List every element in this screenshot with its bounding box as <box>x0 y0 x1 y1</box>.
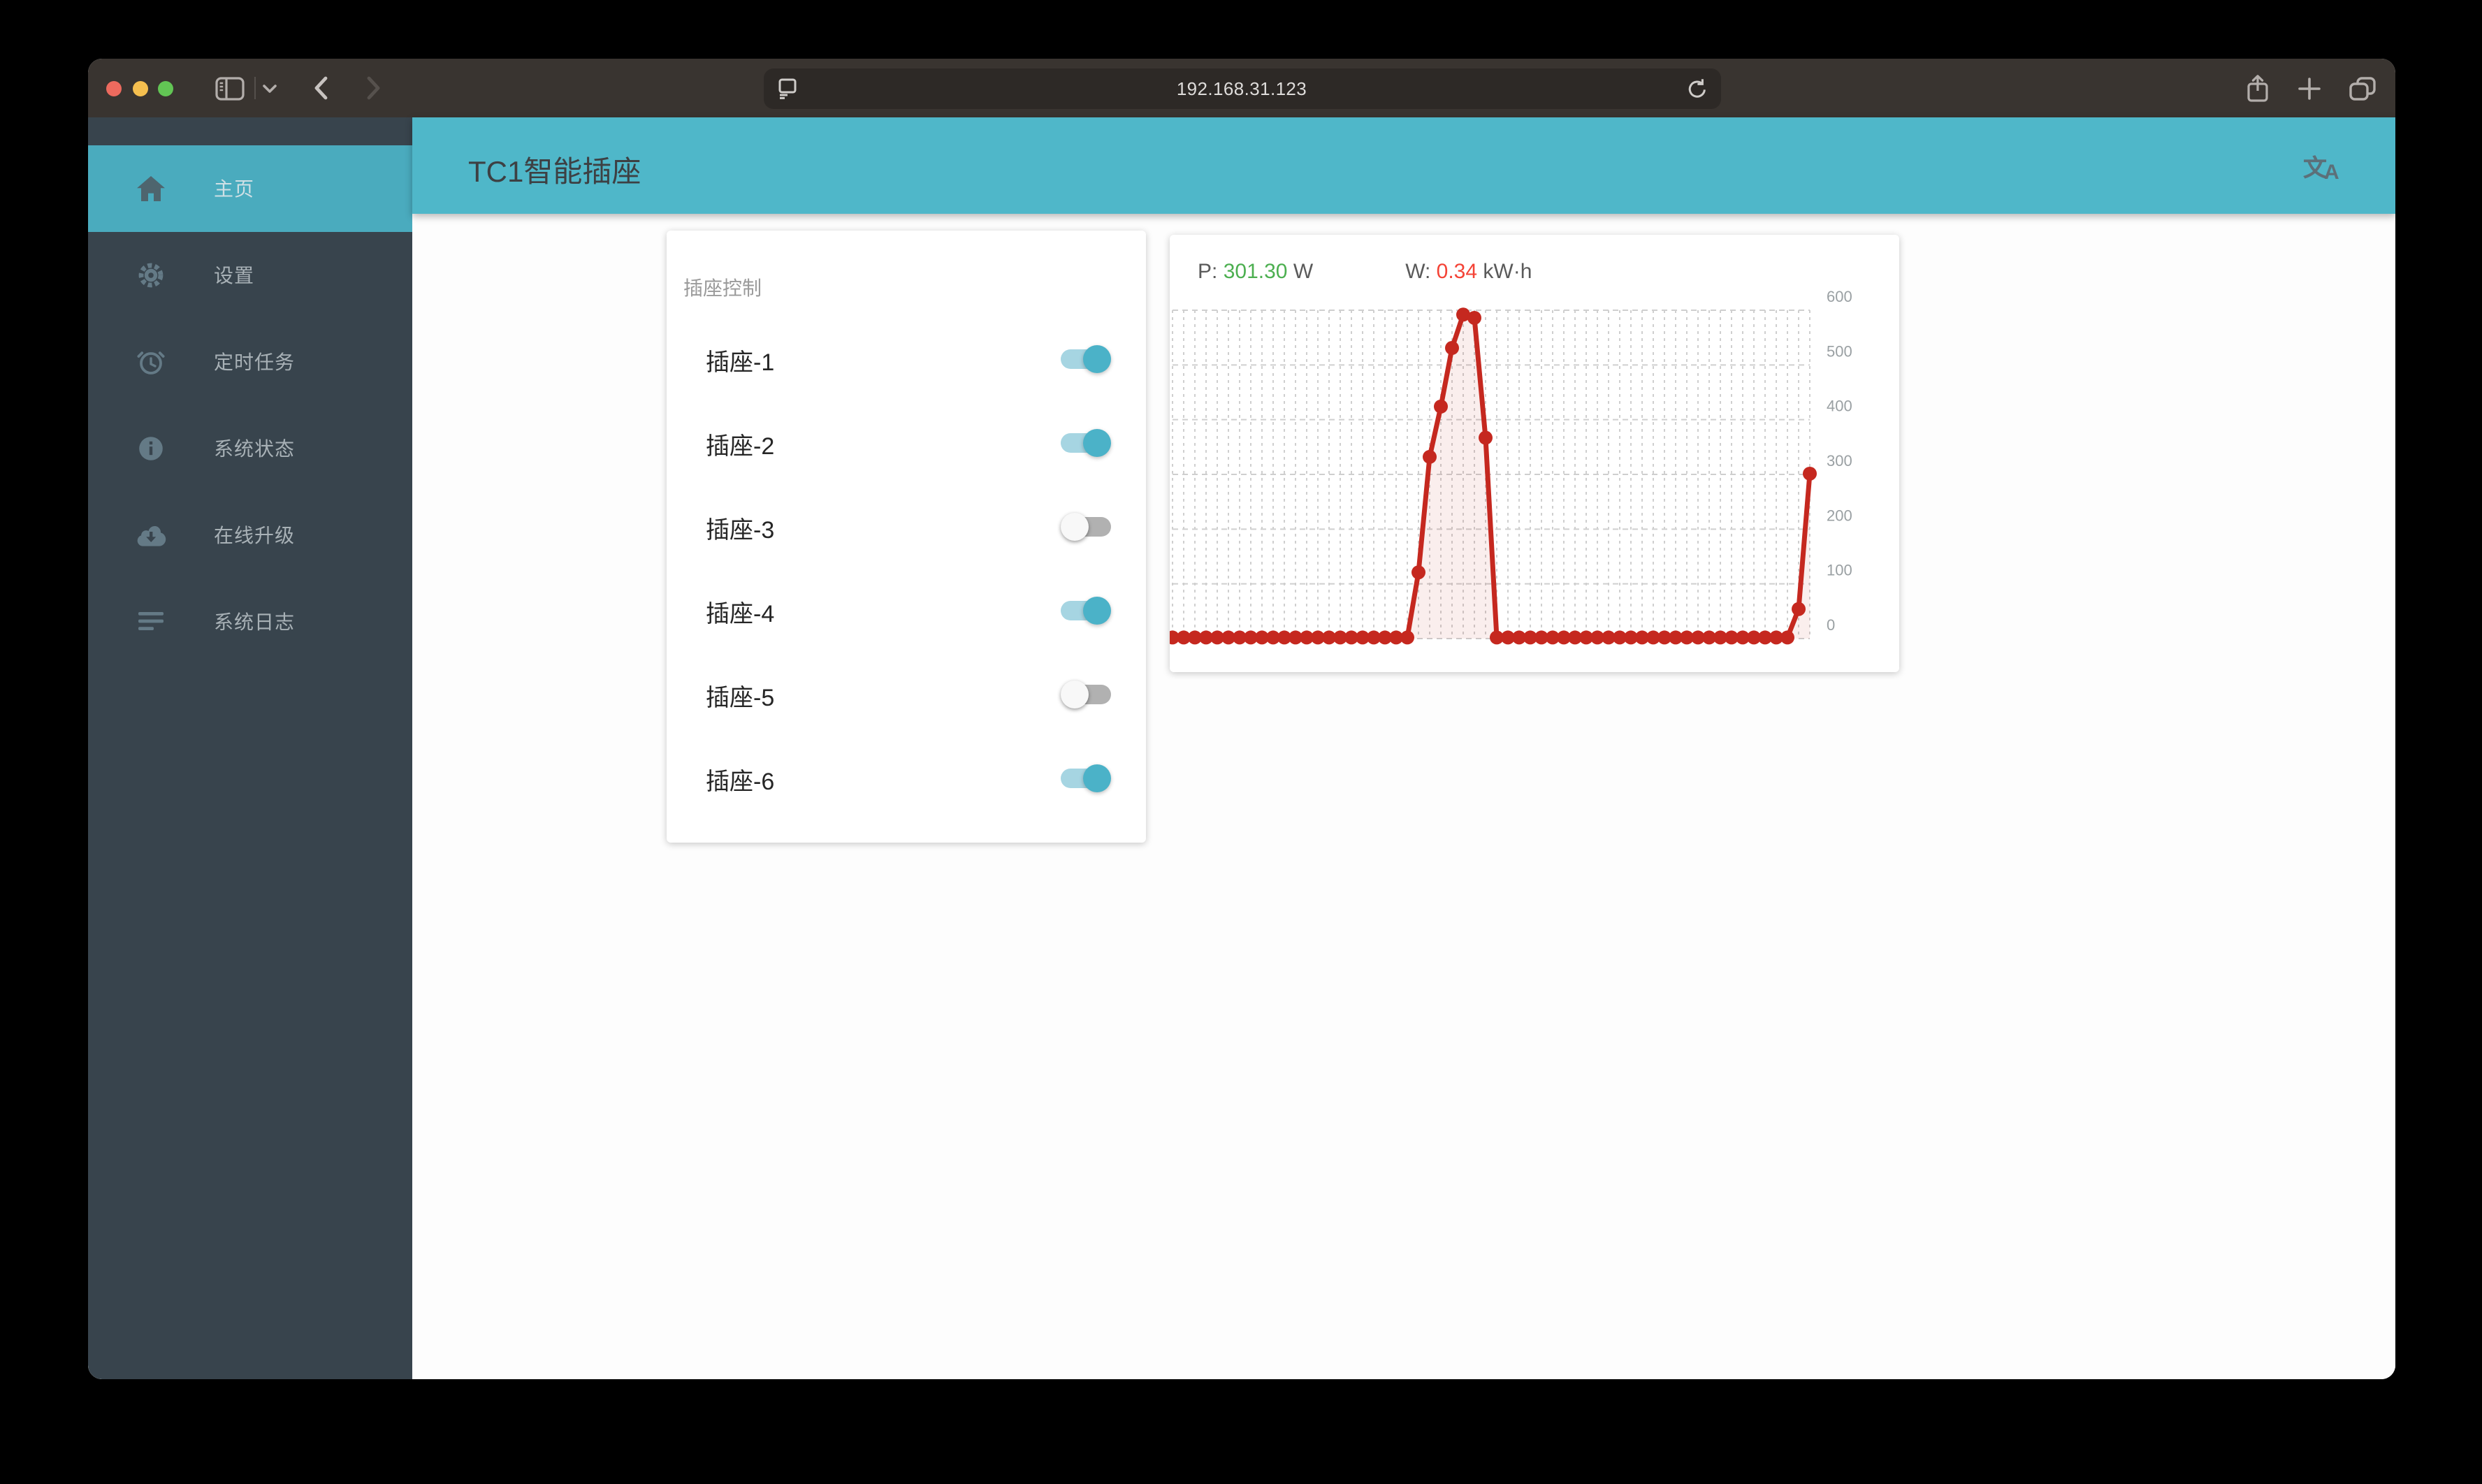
alarm-clock-icon <box>136 348 166 376</box>
gear-icon <box>136 261 166 289</box>
sidebar-item-system-log[interactable]: 系统日志 <box>88 579 412 665</box>
toggle-knob <box>1083 429 1111 457</box>
share-icon[interactable] <box>2246 73 2270 103</box>
plug-row-4: 插座-4 <box>667 581 1146 640</box>
toggle-knob <box>1061 513 1089 541</box>
cloud-download-icon <box>136 524 166 546</box>
power-chart-card: P: 301.30 W W: 0.34 kW·h 0 100 200 300 400 50… <box>1170 235 1899 672</box>
plug-row-5: 插座-5 <box>667 665 1146 724</box>
svg-text:200: 200 <box>1827 507 1852 524</box>
plug-label: 插座-3 <box>706 516 775 543</box>
sidebar-item-label: 系统日志 <box>214 611 295 633</box>
main-content: 插座控制 插座-1 插座-2 插座-3 插座-4 插座-5 插座-6 P: 30… <box>412 214 2395 1379</box>
plug-row-6: 插座-6 <box>667 749 1146 808</box>
back-icon[interactable] <box>313 75 328 101</box>
toolbar-divider <box>254 77 256 99</box>
sidebar-item-label: 定时任务 <box>214 351 295 373</box>
home-icon <box>136 176 166 201</box>
plug-toggle-1[interactable] <box>1061 345 1111 373</box>
reload-icon[interactable] <box>1685 76 1708 107</box>
toggle-knob <box>1083 597 1111 625</box>
page-settings-icon[interactable] <box>777 78 797 106</box>
plug-control-card: 插座控制 插座-1 插座-2 插座-3 插座-4 插座-5 插座-6 <box>667 231 1146 843</box>
toolbar-right-group <box>2246 59 2376 117</box>
plug-row-1: 插座-1 <box>667 330 1146 388</box>
plug-card-title: 插座控制 <box>683 277 762 299</box>
sidebar-item-label: 主页 <box>214 177 254 200</box>
sidebar-item-system-status[interactable]: 系统状态 <box>88 405 412 492</box>
sidebar: 主页 设置 定时任务 系统状态 在线升级 系统日志 <box>88 117 412 1379</box>
sidebar-item-home[interactable]: 主页 <box>88 145 412 232</box>
toggle-knob <box>1083 345 1111 373</box>
forward-icon[interactable] <box>366 75 382 101</box>
sidebar-item-label: 设置 <box>214 264 254 286</box>
new-tab-icon[interactable] <box>2298 76 2321 100</box>
plug-row-3: 插座-3 <box>667 497 1146 556</box>
sidebar-item-label: 在线升级 <box>214 524 295 546</box>
sidebar-item-label: 系统状态 <box>214 437 295 460</box>
svg-text:400: 400 <box>1827 398 1852 415</box>
plug-row-2: 插座-2 <box>667 414 1146 472</box>
app-frame: 主页 设置 定时任务 系统状态 在线升级 系统日志 TC1智能插座 文 A 插座… <box>88 117 2395 1379</box>
plug-label: 插座-2 <box>706 432 775 459</box>
tab-overview-icon[interactable] <box>2349 76 2376 100</box>
log-lines-icon <box>136 612 166 632</box>
plug-toggle-4[interactable] <box>1061 597 1111 625</box>
screen: 192.168.31.123 主页 设置 定时任务 系统状态 在线升级 系统日志… <box>0 0 2482 1484</box>
info-icon <box>136 435 166 463</box>
page-header: TC1智能插座 文 A <box>412 117 2395 214</box>
sidebar-item-online-upgrade[interactable]: 在线升级 <box>88 492 412 579</box>
page-title: TC1智能插座 <box>468 156 641 188</box>
url-text: 192.168.31.123 <box>1176 78 1307 99</box>
chevron-down-icon[interactable] <box>263 83 277 93</box>
browser-window: 192.168.31.123 主页 设置 定时任务 系统状态 在线升级 系统日志… <box>88 59 2395 1379</box>
sidebar-item-timer-tasks[interactable]: 定时任务 <box>88 319 412 405</box>
sidebar-nav: 主页 设置 定时任务 系统状态 在线升级 系统日志 <box>88 117 412 665</box>
translate-icon[interactable]: 文 A <box>2303 148 2351 190</box>
plug-label: 插座-1 <box>706 349 775 375</box>
plug-label: 插座-4 <box>706 600 775 627</box>
plug-label: 插座-5 <box>706 684 775 711</box>
traffic-lights <box>88 80 173 96</box>
plug-toggle-2[interactable] <box>1061 429 1111 457</box>
plug-toggle-6[interactable] <box>1061 764 1111 792</box>
svg-text:500: 500 <box>1827 342 1852 360</box>
svg-text:600: 600 <box>1827 288 1852 305</box>
sidebar-toggle-icon[interactable] <box>215 76 245 100</box>
svg-text:100: 100 <box>1827 562 1852 579</box>
sidebar-item-settings[interactable]: 设置 <box>88 232 412 319</box>
plug-toggle-3[interactable] <box>1061 513 1111 541</box>
svg-text:0: 0 <box>1827 616 1835 634</box>
svg-text:300: 300 <box>1827 452 1852 470</box>
toggle-knob <box>1083 764 1111 792</box>
browser-toolbar: 192.168.31.123 <box>88 59 2395 117</box>
plug-toggle-5[interactable] <box>1061 681 1111 708</box>
power-chart: 0 100 200 300 400 500 600 <box>1170 288 1852 645</box>
toggle-knob <box>1061 681 1089 708</box>
url-field[interactable]: 192.168.31.123 <box>763 68 1720 108</box>
close-button[interactable] <box>106 80 122 96</box>
zoom-button[interactable] <box>158 80 173 96</box>
plug-label: 插座-6 <box>706 768 775 794</box>
minimize-button[interactable] <box>132 80 147 96</box>
